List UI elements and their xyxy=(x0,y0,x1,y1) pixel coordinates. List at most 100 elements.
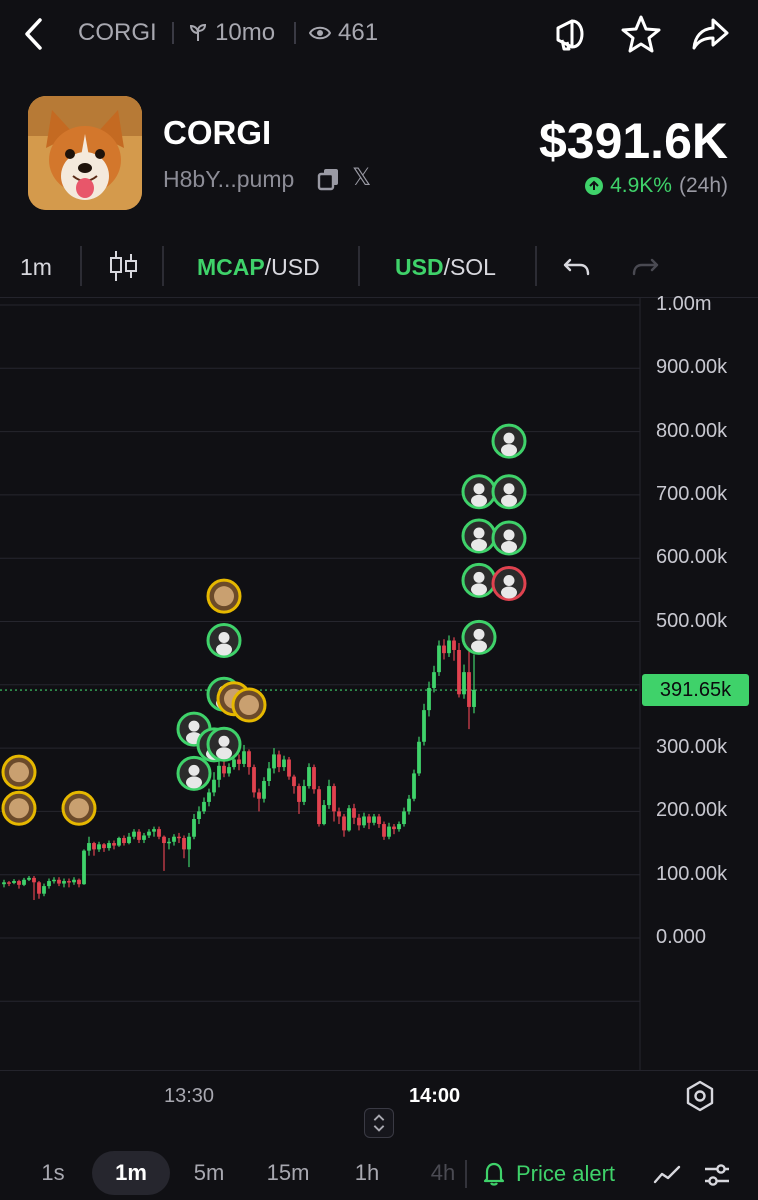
change-percent: 4.9K% xyxy=(610,174,672,197)
usd-label-2: USD xyxy=(395,254,444,280)
divider xyxy=(465,1160,467,1188)
candle-body xyxy=(322,805,326,825)
copy-icon[interactable] xyxy=(316,166,342,192)
candle-body xyxy=(82,850,86,885)
candle-body xyxy=(62,881,66,884)
avatar-head xyxy=(218,735,230,747)
candle-body xyxy=(67,881,71,883)
avatar-body xyxy=(216,747,232,760)
candle-body xyxy=(307,767,311,787)
candle-body xyxy=(422,710,426,742)
avatar-body xyxy=(501,494,517,507)
avatar-body xyxy=(186,776,202,789)
candle-body xyxy=(437,645,441,673)
candle-body xyxy=(292,776,296,787)
token-avatar[interactable] xyxy=(28,96,142,210)
y-tick-label: 200.00k xyxy=(656,799,728,822)
redo-icon[interactable] xyxy=(628,248,662,284)
interval-1h[interactable]: 1h xyxy=(344,1151,390,1195)
undo-icon[interactable] xyxy=(560,248,594,284)
candle-body xyxy=(157,829,161,837)
candle-body xyxy=(252,767,256,793)
candlestick-icon[interactable] xyxy=(106,248,140,284)
arrow-up-icon xyxy=(585,177,604,195)
bell-icon xyxy=(483,1162,505,1186)
candle-body xyxy=(137,831,141,840)
megaphone-icon[interactable] xyxy=(548,12,592,56)
candle-body xyxy=(472,689,476,707)
candle-body xyxy=(172,836,176,842)
candle-body xyxy=(7,882,11,884)
line-chart-icon[interactable] xyxy=(652,1160,682,1190)
divider xyxy=(162,246,164,286)
candle-body xyxy=(457,649,461,695)
interval-4h[interactable]: 4h xyxy=(420,1151,466,1195)
candle-body xyxy=(142,835,146,840)
y-tick-label: 700.00k xyxy=(656,482,728,505)
token-marker-face xyxy=(214,586,234,607)
sliders-icon[interactable] xyxy=(702,1160,732,1190)
candle-body xyxy=(47,881,51,887)
candle-body xyxy=(237,759,241,764)
avatar-body xyxy=(471,640,487,653)
candle-body xyxy=(117,837,121,846)
candle-body xyxy=(402,811,406,825)
y-tick-label: 800.00k xyxy=(656,419,728,442)
interval-1s[interactable]: 1s xyxy=(30,1151,76,1195)
star-icon[interactable] xyxy=(619,12,663,56)
market-cap-value: $391.6K xyxy=(538,113,728,169)
candle-body xyxy=(357,817,361,826)
candle-body xyxy=(162,836,166,844)
candle-body xyxy=(447,640,451,654)
candle-body xyxy=(227,767,231,774)
candle-body xyxy=(152,829,156,832)
avatar-body xyxy=(471,583,487,596)
avatar-head xyxy=(473,628,485,640)
x-social-icon[interactable]: 𝕏 xyxy=(352,163,371,192)
price-chart[interactable]: 1.00m 900.00k 800.00k 700.00k 600.00k 500.00k… xyxy=(0,293,758,1070)
candle-body xyxy=(107,843,111,849)
candle-body xyxy=(272,754,276,769)
candle-body xyxy=(212,779,216,793)
candle-body xyxy=(182,837,186,850)
candle-body xyxy=(167,841,171,844)
candle-body xyxy=(112,843,116,846)
candle-body xyxy=(17,881,21,885)
candle-body xyxy=(2,882,6,885)
expand-vertical-icon[interactable] xyxy=(364,1108,394,1138)
y-tick-label: 600.00k xyxy=(656,546,728,569)
interval-selector[interactable]: 1m xyxy=(20,254,52,281)
chevron-left-icon[interactable] xyxy=(18,14,52,54)
candle-body xyxy=(372,816,376,823)
candle-body xyxy=(12,881,16,883)
share-icon[interactable] xyxy=(689,12,733,56)
price-alert-button[interactable]: Price alert xyxy=(482,1161,615,1187)
sol-label: /SOL xyxy=(443,254,496,280)
candle-body xyxy=(217,765,221,780)
time-label: 14:00 xyxy=(409,1085,461,1107)
mcap-label: MCAP xyxy=(197,254,265,280)
interval-15m[interactable]: 15m xyxy=(260,1151,316,1195)
token-marker-face xyxy=(9,798,29,819)
divider xyxy=(80,246,82,286)
interval-1m[interactable]: 1m xyxy=(92,1151,170,1195)
mcap-usd-toggle[interactable]: MCAP/USD xyxy=(197,254,320,281)
token-marker-face xyxy=(239,695,259,716)
candle-body xyxy=(132,831,136,837)
avatar-head xyxy=(188,764,200,776)
interval-5m[interactable]: 5m xyxy=(184,1151,234,1195)
last-price-tag: 391.65k xyxy=(642,674,749,707)
candle-body xyxy=(432,672,436,688)
candle-body xyxy=(197,811,201,819)
token-age: 10mo xyxy=(215,19,276,46)
chart-toolbar: 1m MCAP/USD USD/SOL xyxy=(0,236,758,298)
y-tick-label: 100.00k xyxy=(656,862,728,885)
view-count: 461 xyxy=(338,19,379,46)
hexagon-settings-icon[interactable] xyxy=(683,1079,717,1113)
candle-body xyxy=(27,877,31,880)
candle-body xyxy=(327,786,331,806)
usd-sol-toggle[interactable]: USD/SOL xyxy=(395,254,496,281)
candle-body xyxy=(22,879,26,885)
candle-body xyxy=(287,759,291,777)
contract-address[interactable]: H8bY...pump xyxy=(163,166,294,193)
